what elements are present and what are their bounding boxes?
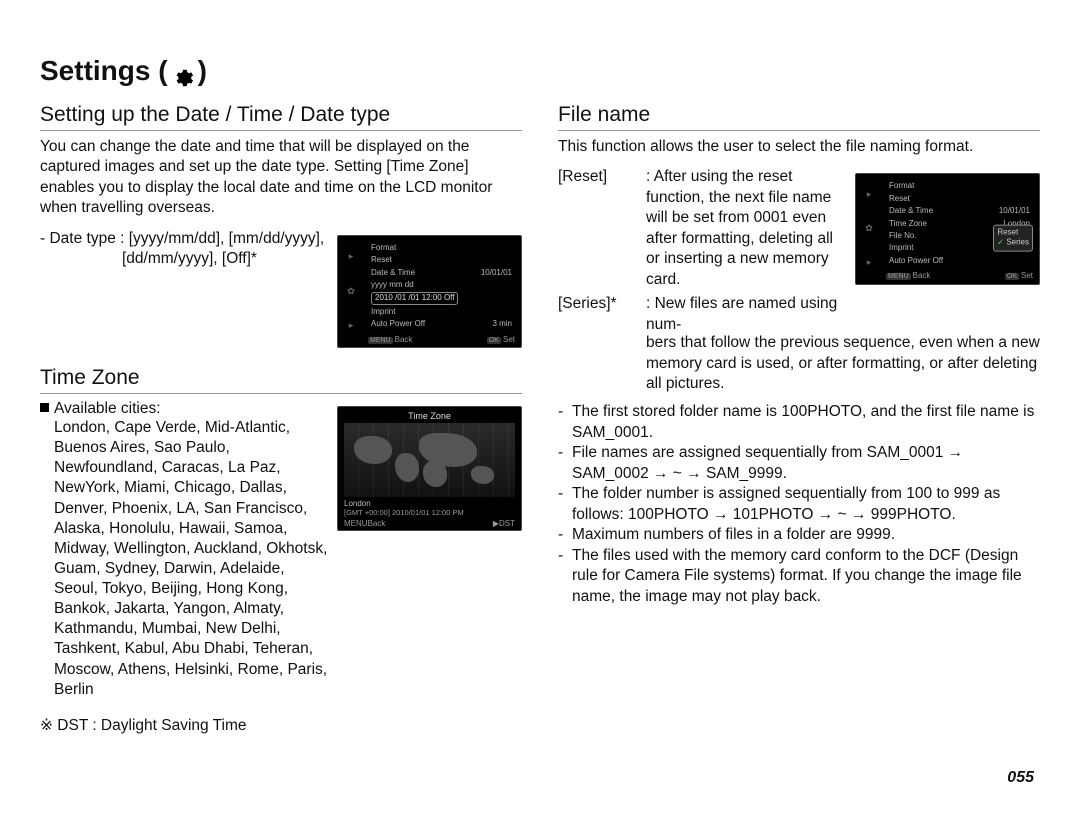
world-map-icon (344, 423, 515, 497)
lcd-item-label: Date & Time (889, 206, 933, 216)
lcd-item-value: 10/01/01 (999, 206, 1030, 216)
available-cities-label: Available cities: (54, 400, 161, 417)
dash-icon: - (558, 484, 572, 525)
popup-item-reset: Reset (997, 227, 1029, 237)
bullet-text: File names are assigned sequentially fro… (572, 443, 1040, 484)
section-heading-datetime: Setting up the Date / Time / Date type (40, 103, 522, 131)
lcd-item-label: Format (889, 181, 914, 191)
timezone-lcd-mock: Time Zone London [GMT +00:00] 2010/01/01 (337, 400, 522, 531)
date-type-line1: - Date type : [yyyy/mm/dd], [mm/dd/yyyy]… (40, 229, 329, 249)
title-text-prefix: Settings ( (40, 55, 168, 87)
date-type-line2: [dd/mm/yyyy], [Off]* (40, 249, 329, 269)
gear-icon: ✿ (347, 286, 355, 298)
bullet-text: The files used with the memory card conf… (572, 546, 1040, 607)
lcd-footer-right-text: Set (503, 335, 515, 344)
lcd-item-label: yyyy mm dd (371, 280, 414, 290)
right-column: File name This function allows the user … (558, 97, 1040, 735)
lcd-item-value: 10/01/01 (481, 268, 512, 278)
filename-lcd-mock: ▸ ✿ ▸ Format Reset Date & Time 10/01/01 Time… (855, 167, 1040, 284)
tz-lcd-title: Time Zone (344, 411, 515, 421)
lcd-item-label: File No. (889, 231, 917, 241)
dash-icon: - (558, 402, 572, 443)
date-type-block: - Date type : [yyyy/mm/dd], [mm/dd/yyyy]… (40, 229, 522, 348)
series-lead: : New files are named using num- (646, 294, 847, 335)
lcd-item-label: Date & Time (371, 268, 415, 278)
lcd-footer-right-text: Set (1021, 271, 1033, 280)
dash-icon: - (558, 443, 572, 484)
reset-text: : After using the reset function, the ne… (646, 167, 847, 290)
datetime-lcd-mock: ▸ ✿ ▸ Format Reset Date & Time 10/01/01 yyyy… (337, 229, 522, 348)
lcd-item-label: Auto Power Off (371, 319, 425, 329)
lcd-item-value: 3 min (492, 319, 512, 329)
reset-label: [Reset] (558, 167, 640, 290)
lcd-item-label: Format (371, 243, 396, 253)
series-rest: bers that follow the previous sequence, … (558, 333, 1040, 394)
lcd-item-label: Time Zone (889, 219, 927, 229)
lcd-side-icon: ▸ (867, 257, 872, 269)
tz-footer-left: Back (368, 519, 386, 528)
lcd-item-label: Imprint (371, 307, 395, 317)
lcd-item-label: Reset (889, 194, 910, 204)
lcd-item-label: Auto Power Off (889, 256, 943, 266)
tz-gmt-line: [GMT +00:00] 2010/01/01 12:00 PM (344, 508, 515, 517)
filename-defs-block: [Reset] : After using the reset function… (558, 167, 1040, 335)
bullet-text: The folder number is assigned sequential… (572, 484, 1040, 525)
filename-bullets: - The first stored folder name is 100PHO… (558, 402, 1040, 607)
lcd-footer-left-text: Back (913, 271, 931, 280)
left-column: Setting up the Date / Time / Date type Y… (40, 97, 522, 735)
lcd-side-icon: ▸ (349, 320, 354, 332)
datetime-intro: You can change the date and time that wi… (40, 137, 522, 219)
bullet-text: The first stored folder name is 100PHOTO… (572, 402, 1040, 443)
filename-intro: This function allows the user to select … (558, 137, 1040, 157)
dash-icon: - (558, 546, 572, 607)
popup-item-series: Series (997, 238, 1029, 248)
section-heading-filename: File name (558, 103, 1040, 131)
lcd-item-label: Imprint (889, 243, 913, 253)
lcd-side-icon: ▸ (349, 251, 354, 263)
page-number: 055 (1007, 769, 1034, 787)
series-label: [Series]* (558, 294, 640, 335)
dst-note: ※ DST : Daylight Saving Time (40, 716, 522, 735)
lcd-item-label: 2010 /01 /01 12:00 Off (371, 292, 458, 304)
lcd-footer-left-text: Back (395, 335, 413, 344)
page-title: Settings ( ) (40, 55, 1040, 87)
gear-icon: ✿ (865, 223, 873, 235)
timezone-block: Available cities: London, Cape Verde, Mi… (40, 400, 522, 700)
square-bullet-icon (40, 403, 49, 412)
gear-icon (172, 60, 194, 82)
lcd-popup: Reset Series (993, 224, 1033, 251)
section-heading-timezone: Time Zone (40, 366, 522, 394)
tz-footer-right: DST (499, 519, 515, 528)
tz-city: London (344, 499, 371, 508)
manual-page: Settings ( ) Setting up the Date / Time … (0, 0, 1080, 815)
bullet-text: Maximum numbers of files in a folder are… (572, 525, 1040, 545)
lcd-item-label: Reset (371, 255, 392, 265)
cities-list: London, Cape Verde, Mid-Atlantic, Buenos… (40, 418, 329, 700)
title-text-suffix: ) (198, 55, 207, 87)
lcd-side-icon: ▸ (867, 189, 872, 201)
dash-icon: - (558, 525, 572, 545)
